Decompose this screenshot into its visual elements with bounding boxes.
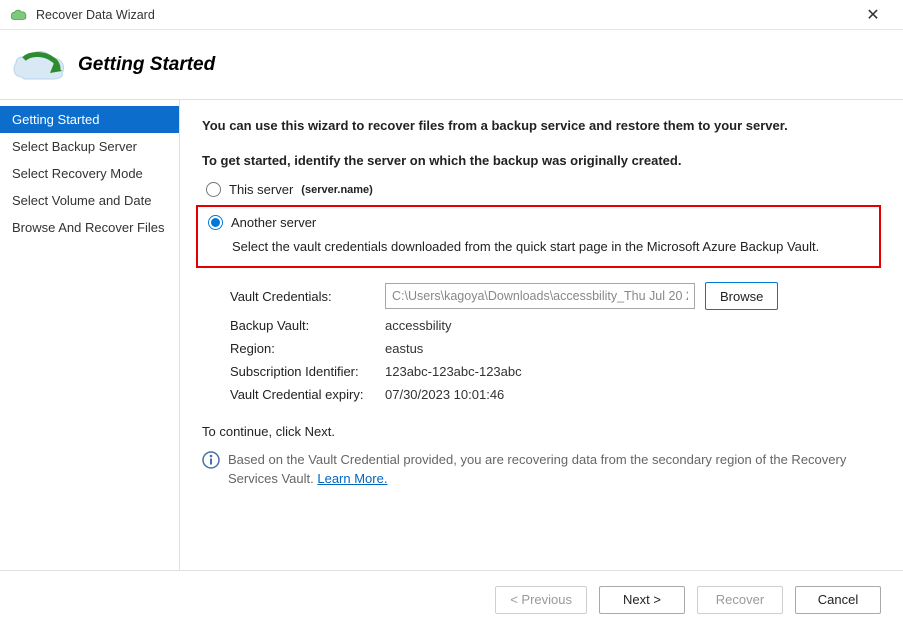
step-browse-recover[interactable]: Browse And Recover Files bbox=[0, 214, 179, 241]
previous-button: < Previous bbox=[495, 586, 587, 614]
content: You can use this wizard to recover files… bbox=[180, 100, 903, 570]
backup-vault-label: Backup Vault: bbox=[230, 318, 385, 333]
expiry-value: 07/30/2023 10:01:46 bbox=[385, 387, 504, 402]
step-getting-started[interactable]: Getting Started bbox=[0, 106, 179, 133]
header: Getting Started bbox=[0, 30, 903, 100]
vault-credentials-label: Vault Credentials: bbox=[230, 289, 385, 304]
region-label: Region: bbox=[230, 341, 385, 356]
titlebar: Recover Data Wizard ✕ bbox=[0, 0, 903, 30]
region-value: eastus bbox=[385, 341, 423, 356]
step-select-backup-server[interactable]: Select Backup Server bbox=[0, 133, 179, 160]
radio-this-server-input[interactable] bbox=[206, 182, 221, 197]
window-title: Recover Data Wizard bbox=[36, 8, 853, 22]
close-button[interactable]: ✕ bbox=[853, 5, 893, 25]
subscription-value: 123abc-123abc-123abc bbox=[385, 364, 522, 379]
cloud-icon bbox=[10, 8, 28, 22]
this-server-name: (server.name) bbox=[301, 184, 373, 196]
browse-button[interactable]: Browse bbox=[705, 282, 778, 310]
step-select-volume-date[interactable]: Select Volume and Date bbox=[0, 187, 179, 214]
another-server-desc: Select the vault credentials downloaded … bbox=[232, 238, 873, 256]
sidebar: Getting Started Select Backup Server Sel… bbox=[0, 100, 180, 570]
radio-this-server-label: This server bbox=[229, 182, 293, 197]
page-title: Getting Started bbox=[78, 54, 215, 76]
radio-another-server-label: Another server bbox=[231, 215, 316, 230]
learn-more-link[interactable]: Learn More. bbox=[317, 471, 387, 486]
vault-credentials-input[interactable] bbox=[385, 283, 695, 309]
footer: < Previous Next > Recover Cancel bbox=[0, 570, 903, 628]
recover-button: Recover bbox=[697, 586, 783, 614]
info-icon bbox=[202, 451, 220, 469]
cancel-button[interactable]: Cancel bbox=[795, 586, 881, 614]
intro-text-2: To get started, identify the server on w… bbox=[202, 153, 881, 168]
intro-text-1: You can use this wizard to recover files… bbox=[202, 118, 881, 133]
subscription-label: Subscription Identifier: bbox=[230, 364, 385, 379]
backup-vault-value: accessbility bbox=[385, 318, 451, 333]
step-select-recovery-mode[interactable]: Select Recovery Mode bbox=[0, 160, 179, 187]
highlight-another-server: Another server Select the vault credenti… bbox=[196, 205, 881, 268]
info-text: Based on the Vault Credential provided, … bbox=[228, 451, 881, 489]
next-button[interactable]: Next > bbox=[599, 586, 685, 614]
radio-another-server[interactable]: Another server bbox=[204, 213, 873, 232]
cloud-arrow-icon bbox=[10, 45, 70, 85]
expiry-label: Vault Credential expiry: bbox=[230, 387, 385, 402]
radio-this-server[interactable]: This server (server.name) bbox=[202, 180, 881, 199]
continue-text: To continue, click Next. bbox=[202, 424, 881, 439]
info-row: Based on the Vault Credential provided, … bbox=[202, 451, 881, 489]
radio-another-server-input[interactable] bbox=[208, 215, 223, 230]
